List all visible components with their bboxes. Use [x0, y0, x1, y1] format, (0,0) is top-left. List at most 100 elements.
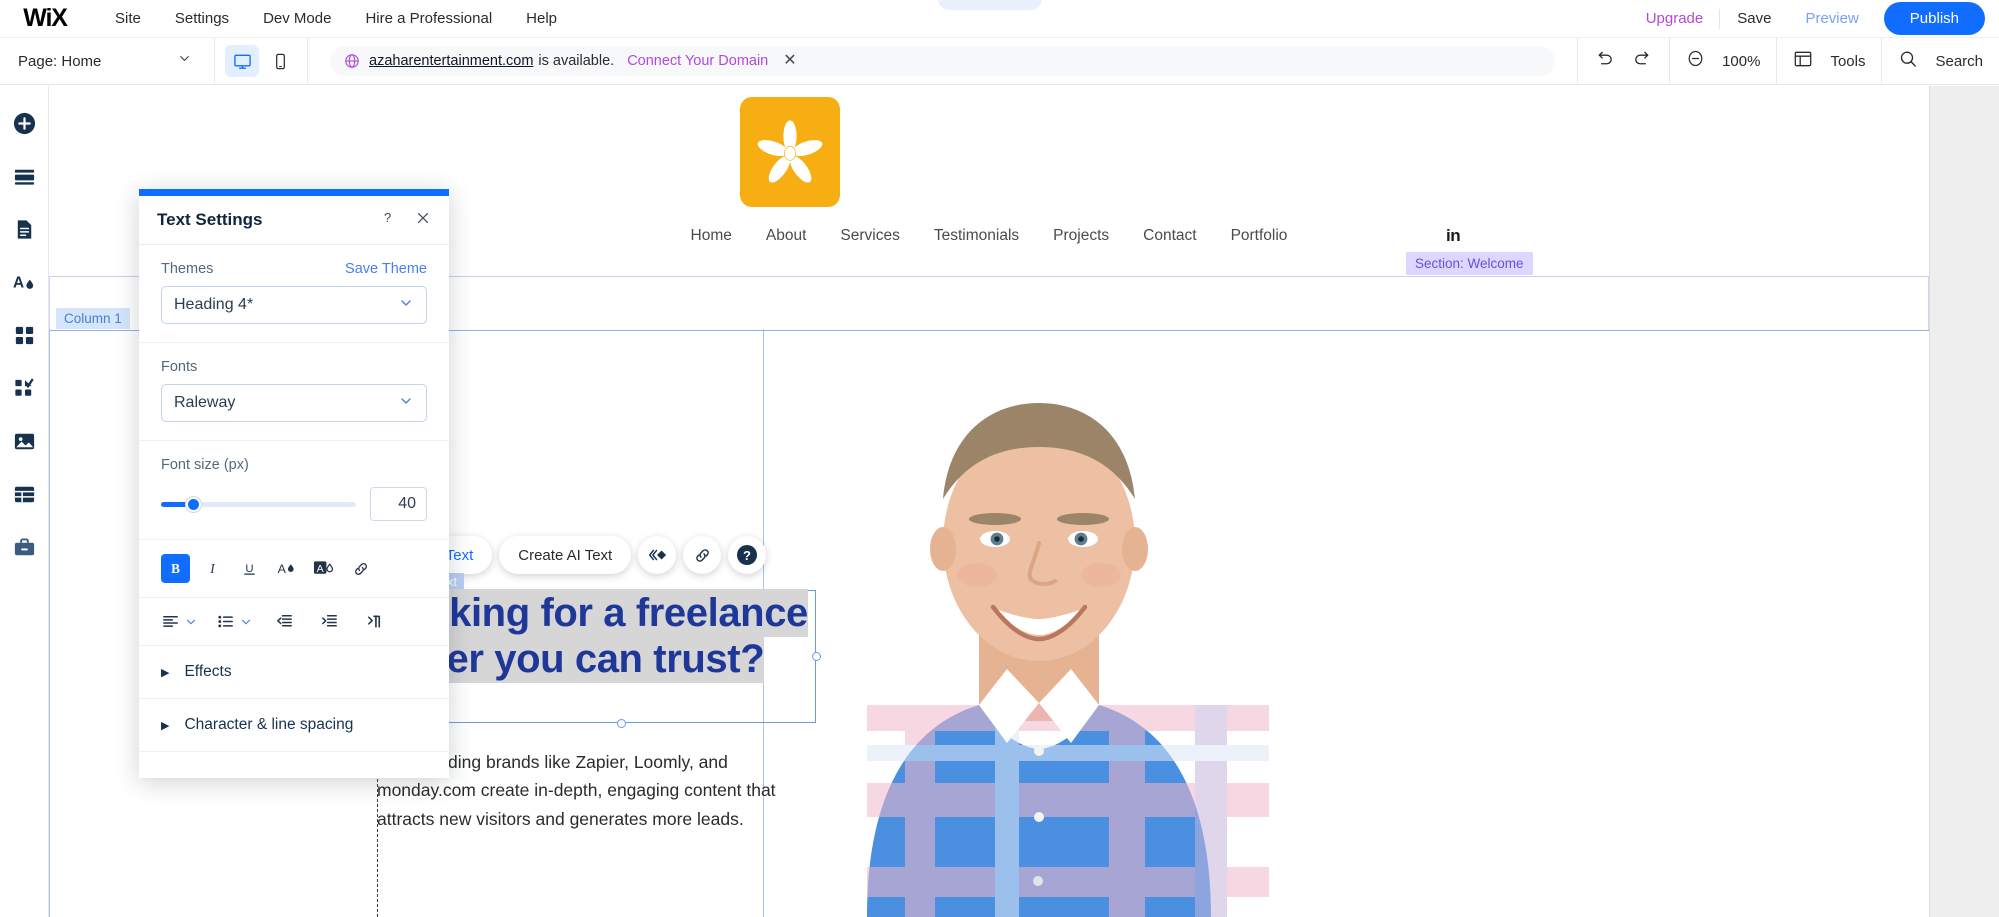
tools-label: Tools: [1830, 52, 1866, 70]
svg-text:?: ?: [384, 210, 391, 225]
zoom-control[interactable]: 100%: [1669, 37, 1776, 85]
help-icon[interactable]: ?: [728, 536, 767, 574]
help-icon[interactable]: ?: [379, 209, 396, 231]
publish-button[interactable]: Publish: [1883, 2, 1985, 35]
font-select-value: Raleway: [174, 394, 236, 411]
search-icon: [1898, 49, 1918, 74]
character-line-spacing-accordion[interactable]: ▶ Character & line spacing: [139, 699, 449, 752]
text-color-button[interactable]: A: [272, 554, 301, 583]
menu-item-settings[interactable]: Settings: [158, 10, 246, 27]
heading-text[interactable]: Looking for a freelance writer you can t…: [377, 589, 877, 684]
svg-text:A: A: [278, 562, 287, 576]
list-dropdown-icon[interactable]: [239, 615, 253, 629]
menu-item-dev-mode[interactable]: Dev Mode: [246, 10, 348, 27]
italic-button[interactable]: I: [198, 554, 227, 583]
link-button[interactable]: [346, 554, 375, 583]
theme-icon[interactable]: A: [9, 267, 39, 297]
page-selector[interactable]: Page: Home: [0, 37, 215, 85]
resize-handle-bottom[interactable]: [617, 719, 626, 728]
bullet-list-button[interactable]: [216, 612, 235, 631]
nav-item-about[interactable]: About: [766, 227, 807, 245]
chevron-down-icon: [398, 295, 414, 316]
text-highlight-button[interactable]: A: [309, 554, 338, 583]
font-size-input[interactable]: 40: [370, 487, 427, 521]
nav-item-portfolio[interactable]: Portfolio: [1231, 227, 1288, 245]
column-left-edge: [49, 329, 50, 917]
sections-icon[interactable]: [9, 161, 39, 191]
nav-item-projects[interactable]: Projects: [1053, 227, 1109, 245]
chevron-down-icon: [398, 393, 414, 414]
close-icon[interactable]: [415, 210, 431, 231]
align-button[interactable]: [161, 612, 180, 631]
font-select[interactable]: Raleway: [161, 384, 427, 422]
themes-row: Themes Save Theme: [161, 261, 427, 277]
underline-button[interactable]: U: [235, 554, 264, 583]
decrease-indent-button[interactable]: [275, 612, 294, 631]
triangle-right-icon: ▶: [161, 666, 170, 679]
linkedin-icon[interactable]: in: [1446, 226, 1461, 246]
increase-indent-button[interactable]: [320, 612, 339, 631]
slider-knob[interactable]: [186, 496, 201, 512]
create-ai-text-button[interactable]: Create AI Text: [499, 536, 632, 574]
zoom-level: 100%: [1722, 52, 1761, 70]
mobile-view-button[interactable]: [263, 45, 297, 77]
animation-icon[interactable]: [638, 536, 677, 574]
menu-item-site[interactable]: Site: [98, 10, 158, 27]
connect-your-domain-link[interactable]: Connect Your Domain: [627, 53, 768, 69]
wix-logo[interactable]: WiX: [14, 4, 76, 32]
svg-text:A: A: [12, 274, 23, 291]
font-size-controls: 40: [161, 487, 427, 521]
close-icon[interactable]: ✕: [783, 53, 796, 69]
search-button[interactable]: Search: [1881, 37, 1999, 85]
font-size-slider[interactable]: [161, 495, 356, 513]
upgrade-button[interactable]: Upgrade: [1630, 10, 1720, 27]
themes-label: Themes: [161, 261, 214, 277]
nav-item-services[interactable]: Services: [840, 227, 899, 245]
zoom-out-icon[interactable]: [1686, 49, 1705, 73]
floating-panel-stub[interactable]: [938, 0, 1042, 10]
text-format-row: B I U A A: [139, 540, 449, 598]
media-icon[interactable]: [9, 426, 39, 456]
save-button[interactable]: Save: [1720, 10, 1788, 27]
panel-header: Text Settings ?: [139, 196, 449, 245]
domain-name[interactable]: azaharentertainment.com: [369, 53, 533, 69]
tools-icon: [1793, 49, 1813, 74]
link-icon[interactable]: [683, 536, 722, 574]
portrait-image[interactable]: [809, 331, 1269, 917]
text-element-toolbar: Edit Text Create AI Text ?: [397, 536, 767, 574]
column-badge[interactable]: Column 1: [56, 308, 130, 329]
apps-icon[interactable]: [9, 320, 39, 350]
business-icon[interactable]: [9, 532, 39, 562]
align-dropdown-icon[interactable]: [184, 615, 198, 629]
svg-text:U: U: [245, 563, 253, 575]
nav-item-home[interactable]: Home: [691, 227, 732, 245]
add-icon[interactable]: [9, 108, 39, 138]
bold-button[interactable]: B: [161, 554, 190, 583]
menu-item-help[interactable]: Help: [509, 10, 574, 27]
chevron-down-icon: [177, 51, 192, 71]
editor-toolbar: Page: Home azaharentertainment.com is av…: [0, 37, 1999, 85]
desktop-view-button[interactable]: [225, 45, 259, 77]
my-designs-icon[interactable]: [9, 373, 39, 403]
effects-accordion[interactable]: ▶ Effects: [139, 646, 449, 699]
nav-item-contact[interactable]: Contact: [1143, 227, 1196, 245]
cms-icon[interactable]: [9, 479, 39, 509]
tools-button[interactable]: Tools: [1776, 37, 1881, 85]
toolbar-right-actions: 100% Tools Search: [1577, 37, 1999, 85]
nav-item-testimonials[interactable]: Testimonials: [934, 227, 1019, 245]
menu-item-hire-a-professional[interactable]: Hire a Professional: [348, 10, 509, 27]
redo-icon[interactable]: [1632, 48, 1653, 74]
section-badge[interactable]: Section: Welcome: [1406, 252, 1533, 275]
fonts-label: Fonts: [161, 359, 198, 375]
save-theme-link[interactable]: Save Theme: [345, 261, 427, 277]
theme-select[interactable]: Heading 4*: [161, 286, 427, 324]
view-mode-switcher: [215, 37, 308, 85]
top-menu-bar: WiX Site Settings Dev Mode Hire a Profes…: [0, 0, 1999, 37]
site-logo[interactable]: [740, 97, 840, 207]
pages-icon[interactable]: [9, 214, 39, 244]
preview-button[interactable]: Preview: [1788, 10, 1875, 27]
font-size-section: Font size (px) 40: [139, 441, 449, 540]
font-size-label: Font size (px): [161, 457, 249, 473]
undo-icon[interactable]: [1594, 48, 1615, 74]
text-direction-button[interactable]: [365, 612, 384, 631]
